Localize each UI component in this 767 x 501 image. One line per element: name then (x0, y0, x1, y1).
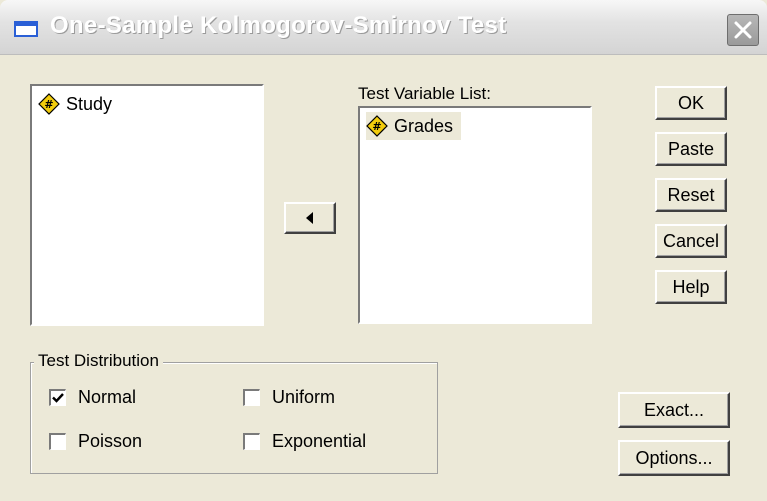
variable-label: Study (66, 93, 113, 114)
svg-text:#: # (44, 98, 53, 111)
reset-button[interactable]: Reset (655, 178, 727, 212)
help-button[interactable]: Help (655, 270, 727, 304)
list-item-study[interactable]: # Study (38, 90, 112, 118)
test-variable-list[interactable]: # Grades (358, 106, 592, 324)
checkmark-icon (52, 392, 64, 403)
svg-text:#: # (372, 120, 381, 133)
poisson-checkbox[interactable]: Poisson (49, 429, 142, 453)
paste-button[interactable]: Paste (655, 132, 727, 166)
exponential-checkbox[interactable]: Exponential (243, 429, 366, 453)
left-arrow-icon (306, 212, 313, 224)
window-icon (14, 21, 38, 37)
numeric-variable-icon: # (38, 93, 60, 115)
checkbox-box[interactable] (243, 388, 260, 406)
checkbox-box[interactable] (243, 432, 260, 450)
test-variable-list-label: Test Variable List: (358, 84, 491, 103)
checkbox-label: Normal (78, 386, 137, 407)
move-variable-button[interactable] (284, 202, 336, 234)
close-icon (734, 21, 752, 39)
kolmogorov-smirnov-dialog: One-Sample Kolmogorov-Smirnov Test # Stu… (0, 0, 767, 501)
ok-button[interactable]: OK (655, 86, 727, 120)
exact-button[interactable]: Exact... (618, 392, 730, 428)
checkbox-box[interactable] (49, 432, 66, 450)
checkbox-label: Exponential (272, 430, 367, 451)
test-distribution-group: Test Distribution Normal Uniform Poisson… (30, 351, 438, 474)
test-distribution-legend: Test Distribution (34, 351, 163, 371)
options-button[interactable]: Options... (618, 440, 730, 476)
source-variable-list[interactable]: # Study (30, 84, 264, 326)
dialog-title: One-Sample Kolmogorov-Smirnov Test (50, 12, 507, 39)
cancel-button[interactable]: Cancel (655, 224, 727, 258)
list-item-grades[interactable]: # Grades (366, 112, 462, 140)
checkbox-label: Uniform (272, 386, 336, 407)
checkbox-label: Poisson (78, 430, 143, 451)
uniform-checkbox[interactable]: Uniform (243, 385, 335, 409)
variable-label: Grades (394, 115, 454, 136)
close-button[interactable] (727, 14, 759, 46)
normal-checkbox[interactable]: Normal (49, 385, 136, 409)
checkbox-box[interactable] (49, 388, 66, 406)
numeric-variable-icon: # (366, 115, 388, 137)
title-bar[interactable]: One-Sample Kolmogorov-Smirnov Test (0, 0, 767, 55)
